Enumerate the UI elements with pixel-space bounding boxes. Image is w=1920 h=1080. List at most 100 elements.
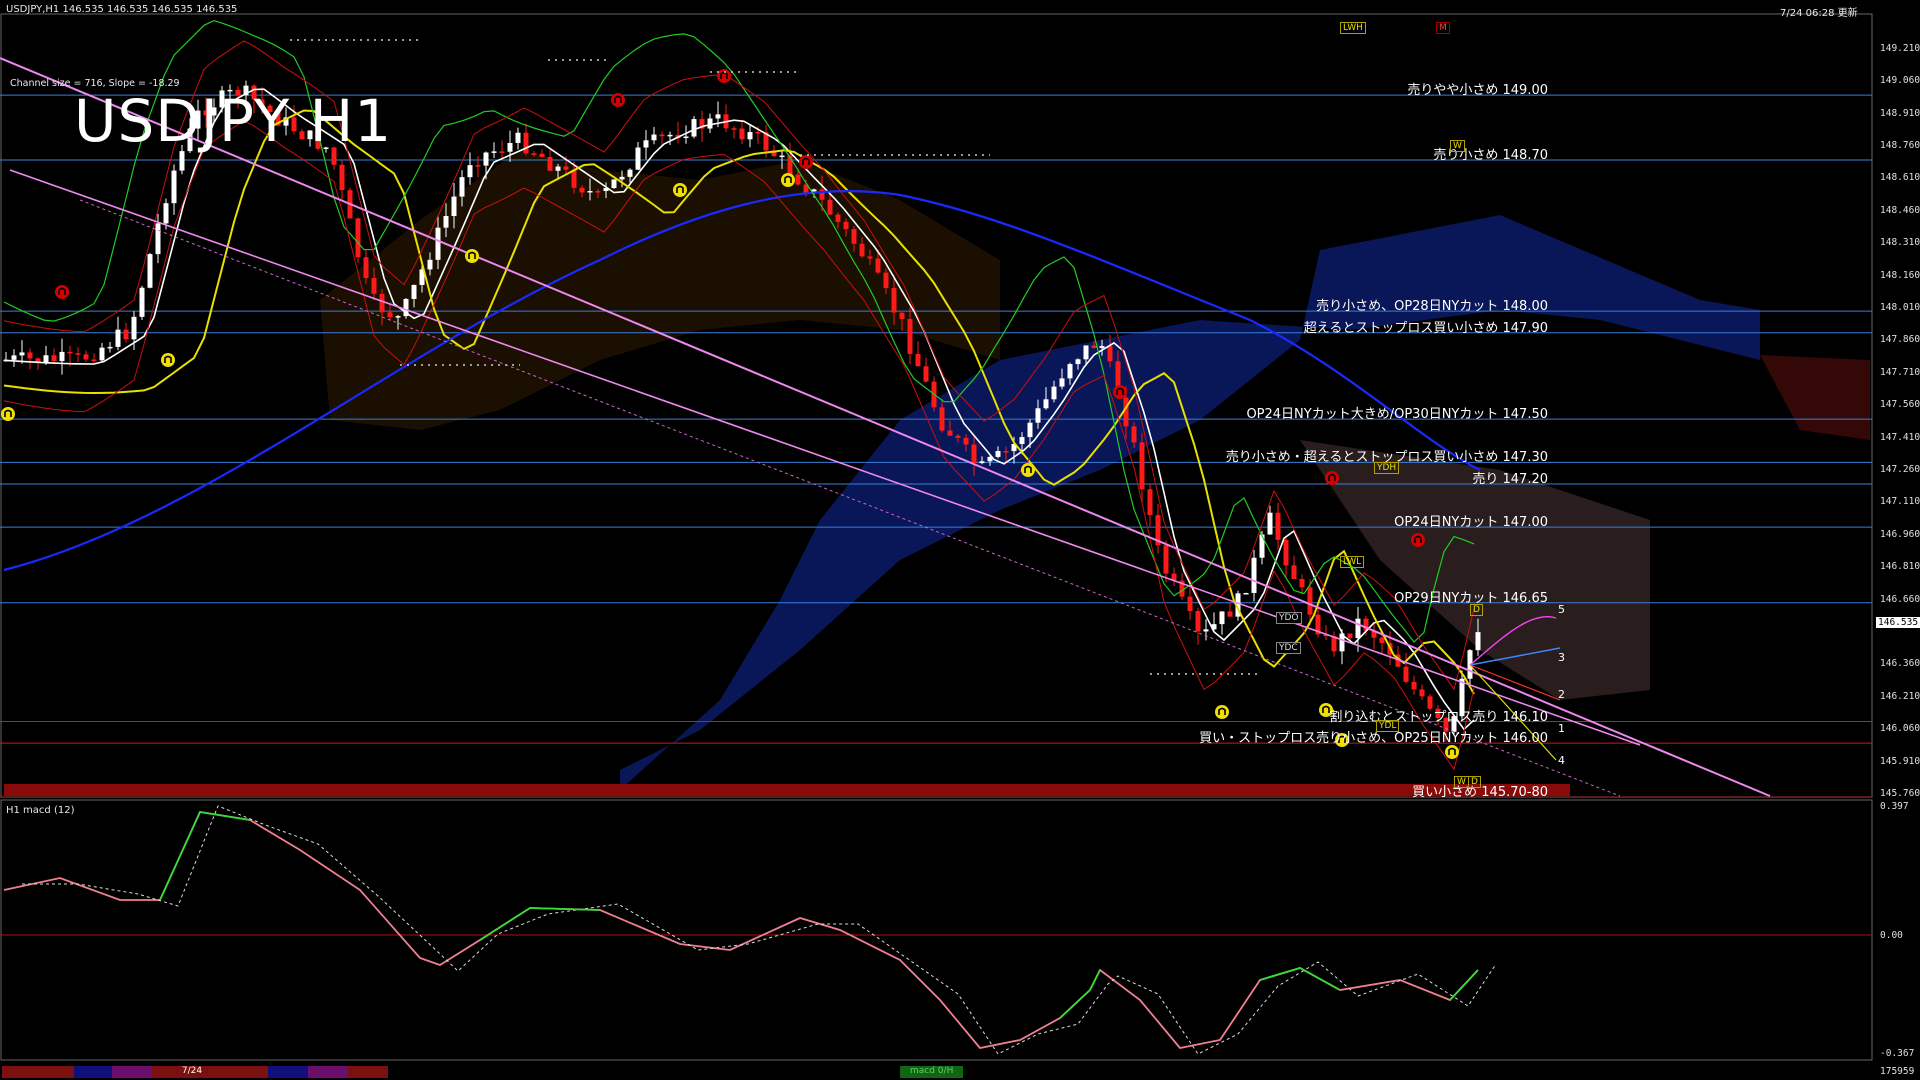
badge-d: D [1468,776,1481,788]
candle-body [659,134,665,137]
macd-tab[interactable]: macd 0/H [900,1066,964,1078]
candle-body [1411,681,1417,690]
badge-ydc: YDC [1276,642,1301,654]
candle-body [459,177,465,197]
badge-ydl: YDL [1376,720,1400,732]
candle-body [1043,399,1049,409]
fractal-marker-3 [611,93,625,107]
candle-body [91,359,97,361]
candle-body [1091,345,1097,349]
trading-terminal-window: USDJPY,H1 146.535 146.535 146.535 146.53… [0,0,1920,1080]
candle-body [1203,629,1209,632]
price-tick-8: 148.010 [1880,302,1920,313]
macd-main-line [3,811,1479,1049]
badge-wl: W [1454,776,1469,788]
price-tick-22: 145.910 [1880,755,1920,767]
candle-body [467,165,473,178]
candle-body [923,366,929,382]
price-tick-7: 148.160 [1880,269,1920,281]
candle-body [739,128,745,140]
candle-body [899,312,905,320]
fractal-marker-10 [1215,705,1229,719]
candle-body [683,136,689,139]
fractal-marker-1 [161,353,175,367]
price-tick-4: 148.610 [1880,172,1920,184]
candle-body [875,258,881,273]
candle-body [1243,592,1249,595]
period-seg-7[interactable] [348,1066,388,1078]
chart-canvas[interactable] [0,0,1920,1080]
candle-body [907,319,913,354]
macd-axis-zero: 0.00 [1880,930,1903,941]
badge-ydh: YDH [1374,462,1400,474]
candle-body [115,329,121,347]
candle-body [1067,364,1073,379]
candle-body [555,166,561,171]
fractal-marker-16 [1,407,15,421]
period-seg-6[interactable] [308,1066,348,1078]
level-label-0: 売りやや小さめ 149.00 [1407,83,1548,99]
level-label-4: OP24日NYカット大きめ/OP30日NYカット 147.50 [1246,407,1548,423]
candle-body [1291,565,1297,579]
price-tick-15: 146.960 [1880,528,1920,540]
candle-body [1187,596,1193,612]
level-label-7: OP24日NYカット 147.00 [1394,515,1548,531]
candle-body [139,287,145,317]
candle-body [1267,512,1273,535]
candle-body [1083,345,1089,360]
candle-body [1131,426,1137,443]
candle-body [547,156,553,171]
price-tick-20: 146.210 [1880,690,1920,702]
candle-body [619,176,625,180]
channel-upper-line [0,57,1771,797]
candle-body [1027,422,1033,438]
price-tick-3: 148.760 [1880,140,1920,151]
date-tab[interactable]: 7/24 [152,1066,232,1078]
period-seg-1[interactable] [2,1066,74,1078]
candle-body [643,140,649,148]
fractal-marker-12 [1411,533,1425,547]
period-seg-5[interactable] [268,1066,308,1078]
candle-body [635,147,641,170]
badge-d2: D [1470,604,1483,616]
candle-body [563,166,569,170]
level-label-8: OP29日NYカット 146.65 [1394,590,1548,606]
candle-body [19,352,25,356]
candle-body [651,134,657,141]
candle-body [611,179,617,189]
candle-body [539,153,545,157]
candle-body [1059,378,1065,387]
period-seg-2[interactable] [74,1066,112,1078]
badge-m: M [1436,22,1450,34]
price-tick-12: 147.410 [1880,431,1920,443]
candle-body [939,407,945,431]
price-tick-21: 146.060 [1880,723,1920,735]
candle-body [1227,611,1233,617]
support-zone-bar [4,784,1570,796]
candle-body [67,351,73,354]
period-seg-4[interactable] [232,1066,268,1078]
badge-ydo: YDO [1276,612,1302,624]
candle-body [1355,618,1361,639]
current-price-tag: 146.535 [1876,617,1920,628]
candle-body [171,170,177,204]
candle-body [411,284,417,299]
candle-body [131,316,137,340]
candle-body [755,132,761,134]
period-seg-3[interactable] [112,1066,152,1078]
price-tick-2: 148.910 [1880,107,1920,119]
candle-body [483,152,489,166]
fractal-marker-9 [1113,385,1127,399]
candle-body [451,196,457,216]
candle-body [1035,408,1041,423]
price-tick-16: 146.810 [1880,561,1920,573]
candle-body [1347,633,1353,639]
candle-body [1139,442,1145,490]
candle-body [891,288,897,313]
candle-body [355,218,361,258]
candle-body [1051,386,1057,400]
candle-body [579,187,585,193]
candle-body [731,128,737,130]
fractal-marker-2 [465,249,479,263]
candle-body [1403,666,1409,682]
